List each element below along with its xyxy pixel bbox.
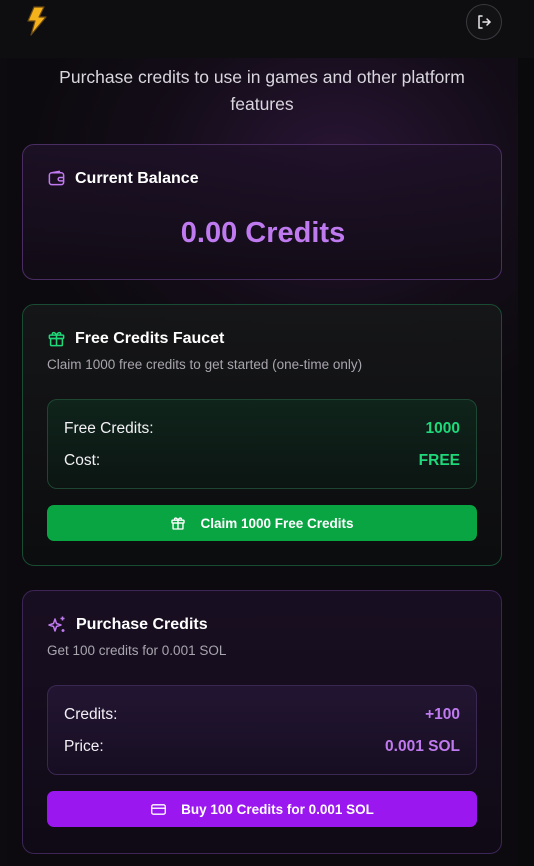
credit-card-icon <box>150 801 167 818</box>
claim-button-label: Claim 1000 Free Credits <box>200 515 354 531</box>
purchase-card-description: Get 100 credits for 0.001 SOL <box>47 643 227 658</box>
faucet-row-cost: Cost: FREE <box>64 452 460 470</box>
purchase-row-label: Price: <box>64 738 104 755</box>
logout-icon <box>476 14 492 30</box>
purchase-card-title: Purchase Credits <box>76 616 208 633</box>
lightning-bolt-icon[interactable] <box>25 6 49 36</box>
purchase-details-box: Credits: +100 Price: 0.001 SOL <box>47 685 477 775</box>
gift-icon <box>170 515 186 531</box>
page-subtitle: Purchase credits to use in games and oth… <box>59 67 465 114</box>
faucet-row-value: FREE <box>418 452 460 469</box>
main-content: Purchase credits to use in games and oth… <box>7 58 518 866</box>
faucet-card-header: Free Credits Faucet <box>47 329 224 348</box>
faucet-details-box: Free Credits: 1000 Cost: FREE <box>47 399 477 489</box>
purchase-card: Purchase Credits Get 100 credits for 0.0… <box>22 590 502 854</box>
balance-value: 0.00 Credits <box>180 217 346 249</box>
balance-card: Current Balance 0.00 Credits <box>22 144 502 280</box>
faucet-row-value: 1000 <box>425 420 460 437</box>
purchase-row-credits: Credits: +100 <box>64 706 460 724</box>
purchase-card-header: Purchase Credits <box>47 615 208 635</box>
purchase-row-label: Credits: <box>64 706 118 723</box>
purchase-row-value: +100 <box>425 706 460 723</box>
faucet-row-label: Cost: <box>64 452 101 469</box>
faucet-row-credits: Free Credits: 1000 <box>64 420 460 438</box>
buy-credits-button[interactable]: Buy 100 Credits for 0.001 SOL <box>47 791 477 827</box>
buy-button-label: Buy 100 Credits for 0.001 SOL <box>181 801 374 817</box>
faucet-card: Free Credits Faucet Claim 1000 free cred… <box>22 304 502 566</box>
scrollbar[interactable] <box>518 58 534 866</box>
gift-icon <box>47 329 66 348</box>
sparkles-icon <box>47 615 67 635</box>
purchase-row-value: 0.001 SOL <box>385 738 460 755</box>
balance-card-header: Current Balance <box>47 169 199 188</box>
faucet-card-title: Free Credits Faucet <box>75 329 225 347</box>
faucet-card-description: Claim 1000 free credits to get started (… <box>47 357 363 372</box>
top-bar <box>0 0 534 58</box>
balance-card-title: Current Balance <box>75 169 199 187</box>
faucet-row-label: Free Credits: <box>64 420 154 437</box>
logout-button[interactable] <box>466 4 502 40</box>
purchase-row-price: Price: 0.001 SOL <box>64 738 460 756</box>
wallet-icon <box>47 169 66 188</box>
claim-free-credits-button[interactable]: Claim 1000 Free Credits <box>47 505 477 541</box>
